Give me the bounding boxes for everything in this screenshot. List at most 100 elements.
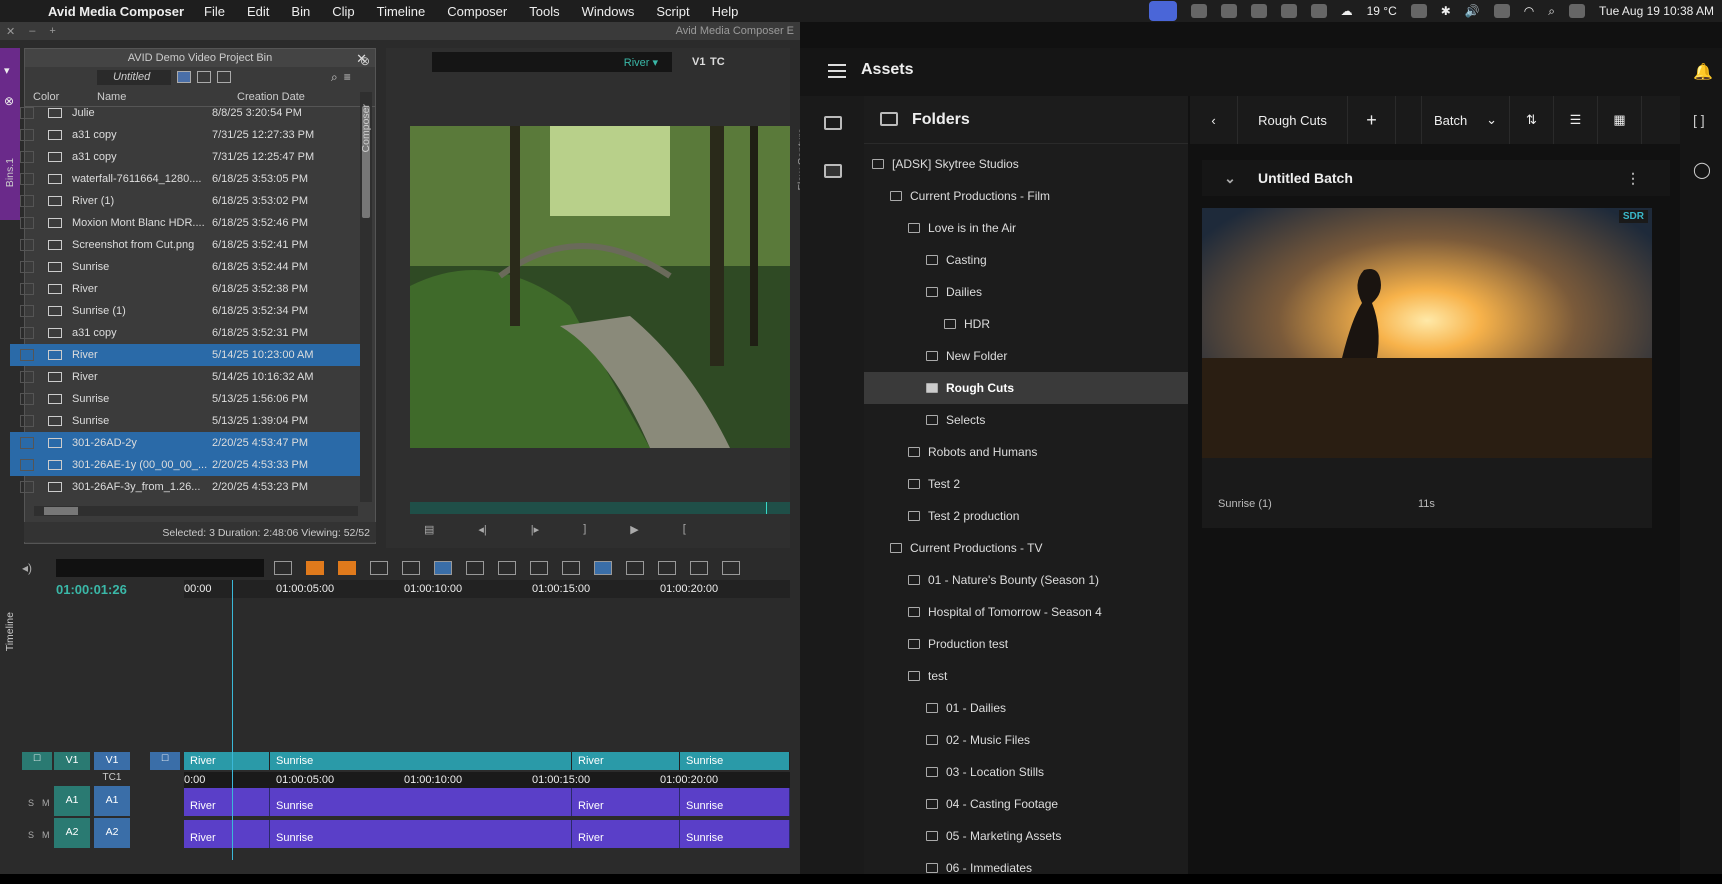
bin-row[interactable]: a31 copy 7/31/25 12:25:47 PM xyxy=(10,146,360,168)
folder-node[interactable]: Selects xyxy=(864,404,1188,436)
extension-icon[interactable] xyxy=(1190,4,1207,18)
folder-node[interactable]: 01 - Nature's Bounty (Season 1) xyxy=(864,564,1188,596)
play-icon[interactable]: ▶ xyxy=(630,523,638,536)
battery-icon[interactable] xyxy=(1493,4,1510,18)
composer-clip-menu[interactable]: River ▾ xyxy=(432,52,672,72)
folder-node[interactable]: Production test xyxy=(864,628,1188,660)
column-name[interactable]: Name xyxy=(97,91,237,103)
notification-bell-icon[interactable]: 🔔 xyxy=(1693,62,1713,82)
close-icon[interactable]: ⊗ xyxy=(360,54,370,68)
bin-row[interactable]: Sunrise 5/13/25 1:56:06 PM xyxy=(10,388,360,410)
video-clip[interactable]: River xyxy=(184,752,270,770)
color-swatch[interactable] xyxy=(20,327,34,339)
breadcrumb-current[interactable]: Rough Cuts xyxy=(1238,96,1348,144)
folder-node[interactable]: Test 2 xyxy=(864,468,1188,500)
menu-timeline[interactable]: Timeline xyxy=(377,4,426,19)
folder-node[interactable]: Current Productions - Film xyxy=(864,180,1188,212)
audio-clip[interactable]: River xyxy=(184,820,270,848)
folder-node[interactable]: New Folder xyxy=(864,340,1188,372)
screen-mirror-icon[interactable] xyxy=(1148,1,1177,21)
position-indicator[interactable] xyxy=(766,502,767,514)
color-swatch[interactable] xyxy=(20,129,34,141)
audio-clip[interactable]: Sunrise xyxy=(270,788,572,816)
bin-horizontal-scrollbar[interactable] xyxy=(34,506,358,516)
color-swatch[interactable] xyxy=(20,195,34,207)
menu-clip[interactable]: Clip xyxy=(332,4,354,19)
track-menu-icon[interactable] xyxy=(562,561,581,575)
audio-clip[interactable]: River xyxy=(184,788,270,816)
menu-composer[interactable]: Composer xyxy=(447,4,507,19)
asset-card[interactable]: SDR Sunrise (1) 11s xyxy=(1202,208,1652,528)
control-center-icon[interactable] xyxy=(1569,4,1586,18)
composer-position-bar[interactable] xyxy=(410,502,790,514)
menu-bin[interactable]: Bin xyxy=(291,4,310,19)
bin-vertical-scrollbar[interactable] xyxy=(360,92,372,502)
color-swatch[interactable] xyxy=(20,393,34,405)
audio-clip[interactable]: Sunrise xyxy=(680,820,790,848)
weather-cloud-icon[interactable]: ☁ xyxy=(1341,4,1353,18)
color-swatch[interactable] xyxy=(20,261,34,273)
bin-row[interactable]: 301-26AD-2y 2/20/25 4:53:47 PM xyxy=(10,432,360,454)
audio-mixer-icon[interactable] xyxy=(658,561,677,575)
link-icon[interactable] xyxy=(594,561,613,575)
batch-dropdown[interactable]: Batch ⌄ xyxy=(1422,96,1510,144)
scroll-thumb[interactable] xyxy=(44,507,78,515)
grid-view-button[interactable]: ▦ xyxy=(1598,96,1642,144)
render-icon[interactable] xyxy=(722,561,741,575)
bin-row[interactable]: 301-26AF-3y_from_1.26... 2/20/25 4:53:23 … xyxy=(10,476,360,498)
color-swatch[interactable] xyxy=(20,173,34,185)
v1-record-track[interactable]: V1 xyxy=(94,752,130,770)
search-icon[interactable]: ⌕ xyxy=(331,70,338,85)
color-swatch[interactable] xyxy=(20,481,34,493)
bluetooth-icon[interactable]: ✱ xyxy=(1441,4,1451,18)
collapse-button[interactable]: ☰ xyxy=(1554,96,1598,144)
lift-icon[interactable] xyxy=(402,561,421,575)
hamburger-menu-icon[interactable] xyxy=(828,64,846,78)
a1-record-track[interactable]: A1 xyxy=(94,786,130,816)
sort-button[interactable]: ⇅ xyxy=(1510,96,1554,144)
color-swatch[interactable] xyxy=(20,415,34,427)
timeline-side-tab[interactable]: Timeline xyxy=(4,612,16,651)
close-icon[interactable]: ✕ xyxy=(6,25,15,38)
add-button[interactable]: + xyxy=(1348,96,1396,144)
bin-row[interactable]: Sunrise (1) 6/18/25 3:52:34 PM xyxy=(10,300,360,322)
color-swatch[interactable] xyxy=(20,217,34,229)
minimize-icon[interactable]: – xyxy=(29,25,35,37)
bin-row[interactable]: River 6/18/25 3:52:38 PM xyxy=(10,278,360,300)
timeline-menu-icon[interactable] xyxy=(274,561,293,575)
timeline-ruler[interactable]: 00:00 01:00:05:00 01:00:10:00 01:00:15:0… xyxy=(184,580,790,598)
user-profile-icon[interactable]: ◯ xyxy=(1693,160,1711,180)
audio-clip[interactable]: River xyxy=(572,820,680,848)
menu-tools[interactable]: Tools xyxy=(529,4,559,19)
color-swatch[interactable] xyxy=(20,239,34,251)
step-back-icon[interactable]: ◂| xyxy=(478,523,486,536)
folder-node[interactable]: HDR xyxy=(864,308,1188,340)
segment-mode-icon[interactable] xyxy=(434,561,453,575)
menu-help[interactable]: Help xyxy=(712,4,739,19)
folder-node[interactable]: 06 - Immediates xyxy=(864,852,1188,884)
clock[interactable]: Tue Aug 19 10:38 AM xyxy=(1599,4,1714,18)
v1-monitor-button[interactable]: □ xyxy=(22,752,52,770)
frame-view-icon[interactable] xyxy=(197,71,211,83)
mark-in-icon[interactable]: |▸ xyxy=(531,523,539,536)
folder-node[interactable]: Rough Cuts xyxy=(864,372,1188,404)
folder-node[interactable]: 01 - Dailies xyxy=(864,692,1188,724)
list-view-icon[interactable] xyxy=(177,71,191,83)
audio-icon[interactable]: ◂) xyxy=(22,561,32,575)
bin-row[interactable]: River (1) 6/18/25 3:53:02 PM xyxy=(10,190,360,212)
color-swatch[interactable] xyxy=(20,371,34,383)
spotlight-search-icon[interactable]: ⌕ xyxy=(1548,4,1555,19)
menu-script[interactable]: Script xyxy=(656,4,689,19)
video-clip[interactable]: River xyxy=(572,752,680,770)
text-view-icon[interactable] xyxy=(217,71,231,83)
overwrite-icon[interactable] xyxy=(338,561,357,575)
timeline-name-field[interactable] xyxy=(56,559,265,577)
menu-file[interactable]: File xyxy=(204,4,225,19)
column-color[interactable]: Color xyxy=(25,91,97,103)
folder-node[interactable]: 03 - Location Stills xyxy=(864,756,1188,788)
bin-row[interactable]: Julie 8/8/25 3:20:54 PM xyxy=(10,102,360,124)
record-icon[interactable] xyxy=(1410,4,1427,18)
inbox-icon[interactable] xyxy=(824,116,842,130)
bin-row[interactable]: Sunrise 5/13/25 1:39:04 PM xyxy=(10,410,360,432)
folder-node[interactable]: [ADSK] Skytree Studios xyxy=(864,148,1188,180)
